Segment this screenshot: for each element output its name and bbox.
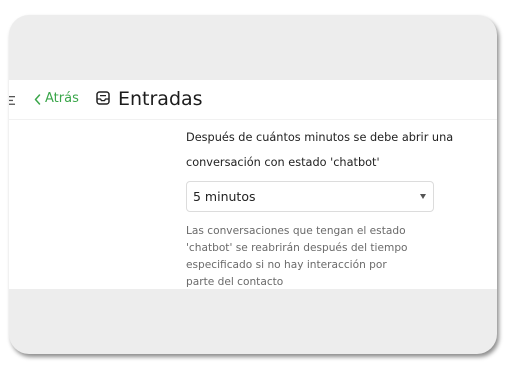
menu-icon[interactable] — [9, 96, 16, 105]
setting-label: Después de cuántos minutos se debe abrir… — [186, 131, 454, 169]
caret-down-icon — [420, 194, 426, 199]
chevron-left-icon — [34, 93, 41, 105]
setting-help-text: Las conversaciones que tengan el estado … — [186, 225, 408, 288]
select-value: 5 minutos — [193, 189, 256, 204]
reopen-minutes-select[interactable]: 5 minutos — [186, 181, 434, 212]
settings-panel: Atrás Entradas Después de cuántos minuto… — [9, 80, 497, 289]
inbox-icon — [96, 91, 110, 105]
back-link[interactable]: Atrás — [34, 90, 79, 108]
screenshot-frame: Atrás Entradas Después de cuántos minuto… — [9, 15, 497, 354]
page-title: Entradas — [118, 88, 203, 110]
page-header: Atrás Entradas — [9, 80, 497, 120]
back-label: Atrás — [45, 91, 79, 106]
